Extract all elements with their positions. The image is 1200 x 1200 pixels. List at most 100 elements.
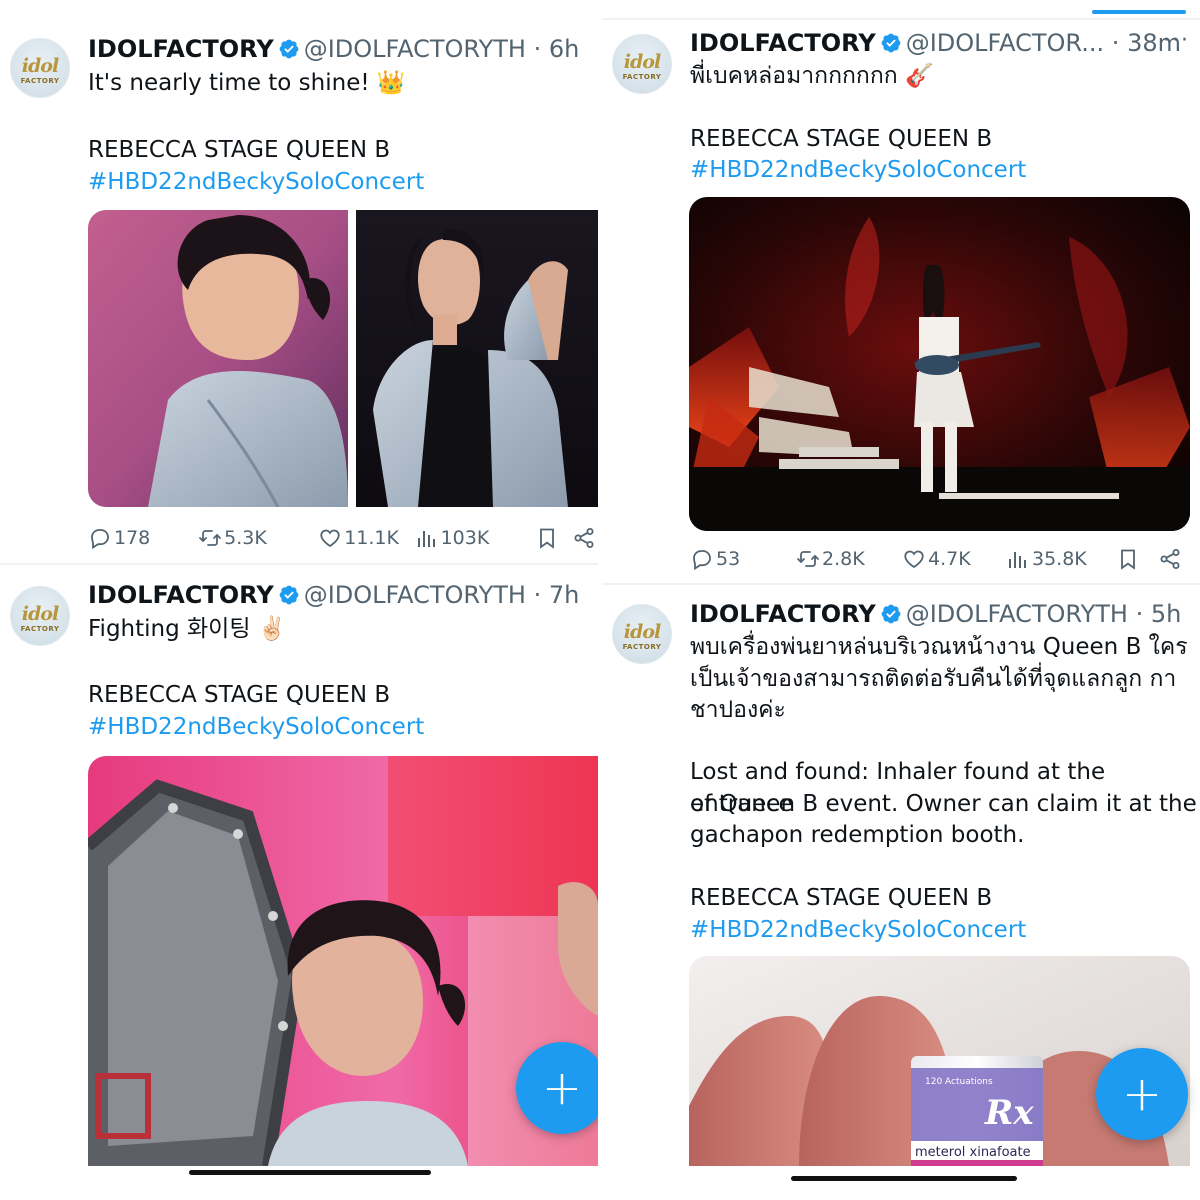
view-count: 103K: [440, 527, 490, 549]
compose-button[interactable]: +: [516, 1042, 598, 1134]
views-icon: [1006, 547, 1030, 571]
inhaler-label: meterol xinafoate: [915, 1145, 1031, 1160]
repost-icon: [198, 526, 222, 550]
display-name[interactable]: IDOLFACTORY: [88, 35, 274, 63]
verified-badge-icon: [278, 38, 300, 60]
display-name[interactable]: IDOLFACTORY: [690, 600, 876, 628]
avatar-logo-text: idol: [623, 51, 661, 73]
post-text-title: REBECCA STAGE QUEEN B: [88, 137, 391, 163]
user-handle[interactable]: @IDOLFACTORYTH: [906, 600, 1128, 628]
verified-badge-icon: [880, 32, 902, 54]
compose-button[interactable]: +: [1096, 1048, 1188, 1140]
post-text-english-3: gachapon redemption booth.: [690, 822, 1025, 848]
post-media[interactable]: [689, 197, 1190, 531]
hashtag-link[interactable]: #HBD22ndBeckySoloConcert: [88, 712, 424, 744]
share-icon: [1158, 547, 1182, 571]
reply-count: 53: [716, 548, 741, 570]
verified-badge-icon: [880, 603, 902, 625]
like-button[interactable]: 4.7K: [902, 547, 1006, 571]
post-text-thai-3: ชาปองค่ะ: [690, 697, 786, 723]
hashtag-link[interactable]: #HBD22ndBeckySoloConcert: [690, 915, 1026, 947]
avatar[interactable]: idol FACTORY: [10, 586, 70, 646]
separator-dot: ·: [533, 581, 542, 609]
avatar[interactable]: idol FACTORY: [612, 604, 672, 664]
collage-divider: [0, 563, 598, 565]
heart-icon: [902, 547, 926, 571]
hashtag-link[interactable]: #HBD22ndBeckySoloConcert: [690, 155, 1026, 187]
post-text-title: REBECCA STAGE QUEEN B: [690, 885, 993, 911]
reply-count: 178: [114, 527, 151, 549]
share-button[interactable]: [1158, 547, 1184, 571]
action-bar: 53 2.8K 4.7K 35.8K: [690, 544, 1191, 574]
post-header: IDOLFACTORY @IDOLFACTORYTH · 6h: [88, 34, 579, 64]
collage-divider: [602, 583, 1200, 585]
post-photo[interactable]: [689, 197, 1190, 531]
post-panel-1: idol FACTORY IDOLFACTORY @IDOLFACTORYTH ·…: [0, 0, 598, 562]
reply-button[interactable]: 178: [88, 526, 198, 550]
more-options-icon[interactable]: ···: [1163, 28, 1190, 53]
separator-dot: ·: [1111, 29, 1120, 57]
post-media-gallery[interactable]: [88, 210, 598, 507]
bookmark-button[interactable]: [1116, 547, 1158, 571]
avatar-logo-subtext: FACTORY: [20, 77, 60, 85]
share-button[interactable]: [572, 526, 598, 550]
post-text-title: REBECCA STAGE QUEEN B: [690, 126, 993, 152]
post-text-line: It's nearly time to shine! 👑: [88, 70, 406, 96]
inhaler-label-top: 120 Actuations: [925, 1077, 993, 1087]
plus-icon: +: [541, 1060, 583, 1116]
avatar-logo-subtext: FACTORY: [20, 625, 60, 633]
repost-button[interactable]: 5.3K: [198, 526, 318, 550]
post-time[interactable]: 6h: [549, 35, 579, 63]
repost-icon: [796, 547, 820, 571]
avatar-logo-subtext: FACTORY: [622, 73, 662, 81]
reply-icon: [88, 526, 112, 550]
repost-count: 5.3K: [224, 527, 267, 549]
like-button[interactable]: 11.1K: [318, 526, 414, 550]
action-bar: 178 5.3K 11.1K 103K: [88, 523, 598, 553]
avatar-logo-text: idol: [623, 621, 661, 643]
post-photo[interactable]: [88, 210, 598, 507]
display-name[interactable]: IDOLFACTORY: [690, 29, 876, 57]
user-handle[interactable]: @IDOLFACTORYTH: [304, 35, 526, 63]
reply-icon: [690, 547, 714, 571]
post-panel-3: idol FACTORY IDOLFACTORY @IDOLFACTORYTH ·…: [0, 566, 598, 1200]
avatar[interactable]: idol FACTORY: [10, 38, 70, 98]
reply-button[interactable]: 53: [690, 547, 796, 571]
post-text-english-2: of Queen B event. Owner can claim it at …: [690, 791, 1197, 817]
post-text-title: REBECCA STAGE QUEEN B: [88, 682, 391, 708]
post-text-line: พี่เบคหล่อมากกกกกก 🎸: [690, 63, 934, 89]
hashtag-link[interactable]: #HBD22ndBeckySoloConcert: [88, 167, 424, 199]
like-count: 11.1K: [344, 527, 399, 549]
post-header: IDOLFACTORY @IDOLFACTOR... · 38m: [690, 28, 1181, 58]
view-count: 35.8K: [1032, 548, 1087, 570]
separator-dot: ·: [1135, 600, 1144, 628]
repost-button[interactable]: 2.8K: [796, 547, 902, 571]
separator-dot: ·: [533, 35, 542, 63]
tab-indicator: [1092, 10, 1186, 14]
post-header: IDOLFACTORY @IDOLFACTORYTH · 7h: [88, 580, 579, 610]
bookmark-icon: [1116, 547, 1140, 571]
top-divider: [602, 18, 1200, 20]
verified-badge-icon: [278, 584, 300, 606]
inhaler-rx-logo: Rx: [984, 1093, 1034, 1133]
avatar[interactable]: idol FACTORY: [612, 34, 672, 94]
avatar-logo-text: idol: [21, 55, 59, 77]
views-button[interactable]: 35.8K: [1006, 547, 1116, 571]
post-panel-2: idol FACTORY IDOLFACTORY @IDOLFACTOR... ·…: [602, 0, 1200, 582]
post-time[interactable]: 7h: [549, 581, 579, 609]
collage-divider-vertical: [598, 0, 602, 1200]
views-button[interactable]: 103K: [415, 526, 535, 550]
post-text-line: Fighting 화이팅 ✌🏻: [88, 616, 287, 642]
user-handle[interactable]: @IDOLFACTOR...: [906, 29, 1104, 57]
home-indicator: [791, 1176, 1017, 1181]
avatar-logo-subtext: FACTORY: [622, 643, 662, 651]
post-header: IDOLFACTORY @IDOLFACTORYTH · 5h: [690, 599, 1181, 629]
user-handle[interactable]: @IDOLFACTORYTH: [304, 581, 526, 609]
post-panel-4: idol FACTORY IDOLFACTORY @IDOLFACTORYTH ·…: [602, 586, 1200, 1200]
share-icon: [572, 526, 596, 550]
post-time[interactable]: 5h: [1151, 600, 1181, 628]
display-name[interactable]: IDOLFACTORY: [88, 581, 274, 609]
like-count: 4.7K: [928, 548, 971, 570]
heart-icon: [318, 526, 342, 550]
bookmark-button[interactable]: [535, 526, 572, 550]
